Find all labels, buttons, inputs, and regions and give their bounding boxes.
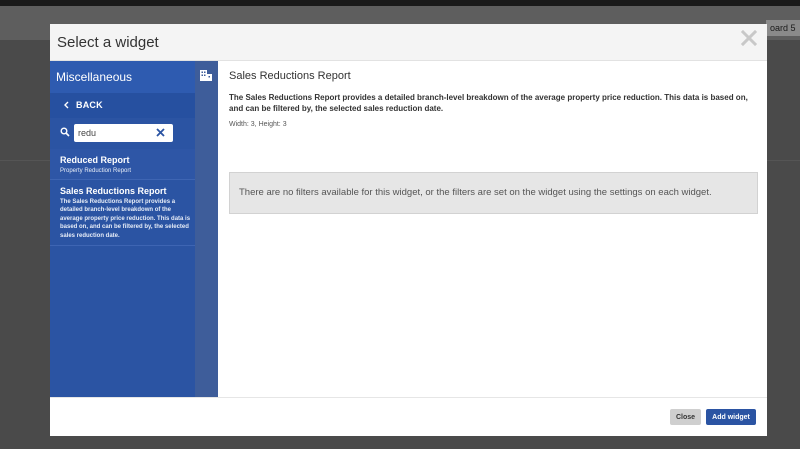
result-title: Reduced Report: [60, 155, 130, 165]
search-icon: [60, 127, 70, 137]
widget-sidebar: Miscellaneous BACK Reduced Report Proper…: [50, 61, 218, 397]
close-icon[interactable]: [741, 30, 757, 46]
add-widget-button[interactable]: Add widget: [706, 409, 756, 425]
building-icon[interactable]: [199, 69, 213, 81]
filters-message: There are no filters available for this …: [239, 187, 712, 198]
widget-description: The Sales Reductions Report provides a d…: [229, 93, 748, 113]
modal-header: Select a widget: [50, 24, 767, 61]
clear-icon[interactable]: [156, 128, 165, 137]
category-header: Miscellaneous: [50, 61, 195, 93]
category-title: Miscellaneous: [56, 70, 133, 84]
result-title: Sales Reductions Report: [60, 186, 167, 196]
result-description: Property Reduction Report: [60, 168, 132, 174]
dashboard-tab: oard 5: [766, 20, 800, 36]
modal-footer: Close Add widget: [50, 397, 767, 436]
widget-dimensions: Width: 3, Height: 3: [229, 121, 287, 128]
modal-title: Select a widget: [57, 34, 159, 51]
category-strip: [195, 61, 218, 397]
widget-title: Sales Reductions Report: [229, 70, 351, 82]
widget-details: Sales Reductions Report The Sales Reduct…: [218, 61, 767, 397]
close-button[interactable]: Close: [670, 409, 701, 425]
back-button[interactable]: BACK: [50, 93, 195, 118]
search-row: [50, 119, 195, 149]
result-description: The Sales Reductions Report provides a d…: [60, 199, 191, 239]
result-item-reduced-report[interactable]: Reduced Report Property Reduction Report: [50, 149, 195, 180]
select-widget-modal: Select a widget Miscellaneous BACK redu …: [50, 24, 767, 436]
chevron-left-icon: [64, 101, 69, 109]
result-item-sales-reductions-report[interactable]: Sales Reductions Report The Sales Reduct…: [50, 180, 195, 246]
filters-panel: There are no filters available for this …: [229, 172, 758, 214]
back-label: BACK: [76, 100, 103, 110]
search-box: [74, 124, 173, 142]
search-input[interactable]: [78, 126, 152, 140]
